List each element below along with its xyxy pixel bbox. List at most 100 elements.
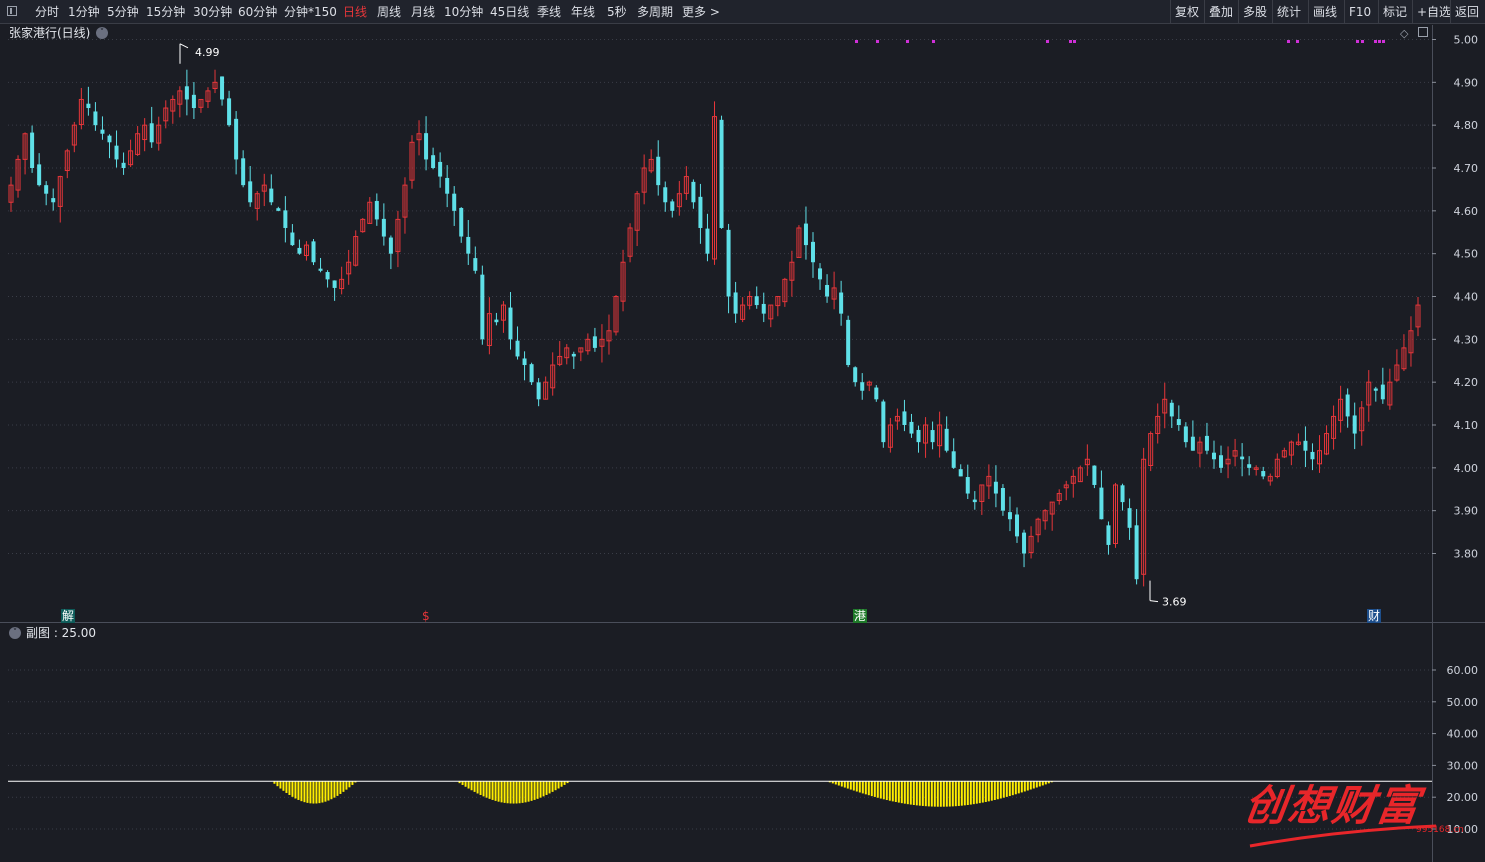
- signal-dot: [1378, 40, 1381, 43]
- candle-body-down: [839, 292, 844, 314]
- candle-body-down: [241, 158, 246, 186]
- candle-body-down: [318, 268, 323, 271]
- candle-body-down: [93, 111, 98, 126]
- candle-body-down: [1204, 435, 1209, 451]
- watermark-url: 995168.cn: [1416, 825, 1464, 835]
- signal-dot: [1296, 40, 1299, 43]
- candle-body-down: [1120, 485, 1125, 503]
- candle-body-down: [656, 156, 661, 186]
- candle-body-down: [107, 135, 112, 143]
- candle-body-down: [874, 387, 879, 400]
- candle-body-down: [1106, 525, 1111, 545]
- candle-body-down: [965, 477, 970, 494]
- sub-tick-label: 50.00: [1447, 696, 1479, 709]
- candle-body-down: [1000, 488, 1005, 511]
- candle-body-down: [1190, 436, 1195, 451]
- candle-body-down: [388, 237, 393, 254]
- candle-body-down: [754, 296, 759, 306]
- candle-body-down: [1127, 508, 1132, 528]
- candle-body-down: [1211, 452, 1216, 460]
- candle-body-down: [1303, 440, 1308, 451]
- window-restore-icon[interactable]: [1418, 27, 1428, 37]
- candle-body-down: [191, 94, 196, 109]
- chevron-down-icon[interactable]: ˅: [96, 27, 108, 39]
- candle-body-down: [1183, 426, 1188, 443]
- sub-tick-label: 30.00: [1447, 759, 1479, 772]
- candle-body-down: [114, 145, 119, 160]
- price-tick-label: 4.00: [1454, 462, 1479, 475]
- candle-body-down: [1261, 471, 1266, 477]
- event-mark-dollar[interactable]: $: [421, 609, 431, 623]
- candle-body-down: [332, 280, 337, 288]
- event-mark-gang[interactable]: 港: [853, 609, 868, 623]
- candle-body-down: [459, 207, 464, 237]
- candle-body-down: [1134, 525, 1139, 580]
- candle-body-down: [1219, 455, 1224, 468]
- candle-body-down: [1015, 514, 1020, 537]
- sub-tick-label: 20.00: [1447, 791, 1479, 804]
- low-marker-arrow: [1149, 600, 1159, 603]
- price-tick-label: 4.80: [1454, 119, 1479, 132]
- chart-canvas[interactable]: 5.00 4.90 4.80 4.70 4.60 4.50 4.40 4.30 4.20 4.10…: [0, 0, 1485, 862]
- candle-body-down: [1240, 456, 1245, 460]
- candle-body-down: [972, 499, 977, 503]
- candle-body-down: [290, 232, 295, 246]
- candle-body-down: [1380, 384, 1385, 400]
- candle-body-down: [825, 284, 830, 297]
- price-tick-label: 4.10: [1454, 419, 1479, 432]
- price-tick-label: 4.90: [1454, 76, 1479, 89]
- candle-body-down: [993, 481, 998, 494]
- candle-body-down: [909, 421, 914, 434]
- candle-body-down: [846, 319, 851, 366]
- candle-body-down: [515, 340, 520, 357]
- event-mark-cai[interactable]: 财: [1367, 609, 1382, 623]
- candle-body-down: [431, 155, 436, 168]
- stock-title: 张家港行(日线): [9, 26, 91, 40]
- candle-body-down: [494, 319, 499, 323]
- diamond-icon[interactable]: ◇: [1400, 27, 1408, 40]
- chevron-down-icon[interactable]: ˅: [9, 627, 21, 639]
- candle-body-down: [269, 188, 274, 203]
- sub-tick-label: 40.00: [1447, 728, 1479, 741]
- candle-body-down: [325, 272, 330, 280]
- signal-dot: [1382, 40, 1385, 43]
- candle-body-down: [726, 229, 731, 297]
- signal-dot: [855, 40, 858, 43]
- candle-body-down: [452, 193, 457, 211]
- price-tick-label: 4.40: [1454, 291, 1479, 304]
- price-tick-label: 4.20: [1454, 376, 1479, 389]
- candle-body-down: [522, 358, 527, 366]
- event-mark-jie[interactable]: 解: [61, 609, 76, 623]
- candle-body-down: [670, 201, 675, 211]
- price-tick-label: 4.50: [1454, 248, 1479, 261]
- candle-body-down: [930, 430, 935, 443]
- low-price-label: 3.69: [1162, 596, 1187, 609]
- candle-body-down: [958, 469, 963, 477]
- candle-body-down: [248, 181, 253, 203]
- candle-body-down: [571, 353, 576, 357]
- candle-body-down: [374, 200, 379, 220]
- signal-dot: [932, 40, 935, 43]
- signal-dot: [1073, 40, 1076, 43]
- candle-body-down: [473, 258, 478, 271]
- subchart-title: 副图 : 25.00: [26, 626, 97, 640]
- signal-dot: [906, 40, 909, 43]
- candle-body-down: [37, 164, 42, 186]
- candle-body-down: [1345, 394, 1350, 417]
- candle-body-down: [818, 268, 823, 280]
- candle-body-down: [691, 181, 696, 203]
- candle-body-down: [733, 292, 738, 314]
- signal-dot: [876, 40, 879, 43]
- candle-body-down: [1247, 464, 1252, 468]
- candle-body-down: [311, 241, 316, 263]
- high-price-label: 4.99: [195, 46, 220, 59]
- candle-body-down: [1022, 532, 1027, 554]
- candle-body-down: [1099, 487, 1104, 520]
- candle-body-down: [44, 185, 49, 194]
- candle-body-down: [480, 274, 485, 340]
- price-tick-label: 5.00: [1454, 34, 1479, 47]
- candle-body-down: [1176, 419, 1181, 425]
- candle-body-down: [719, 119, 724, 228]
- price-tick-label: 4.70: [1454, 162, 1479, 175]
- price-tick-label: 3.90: [1454, 505, 1479, 518]
